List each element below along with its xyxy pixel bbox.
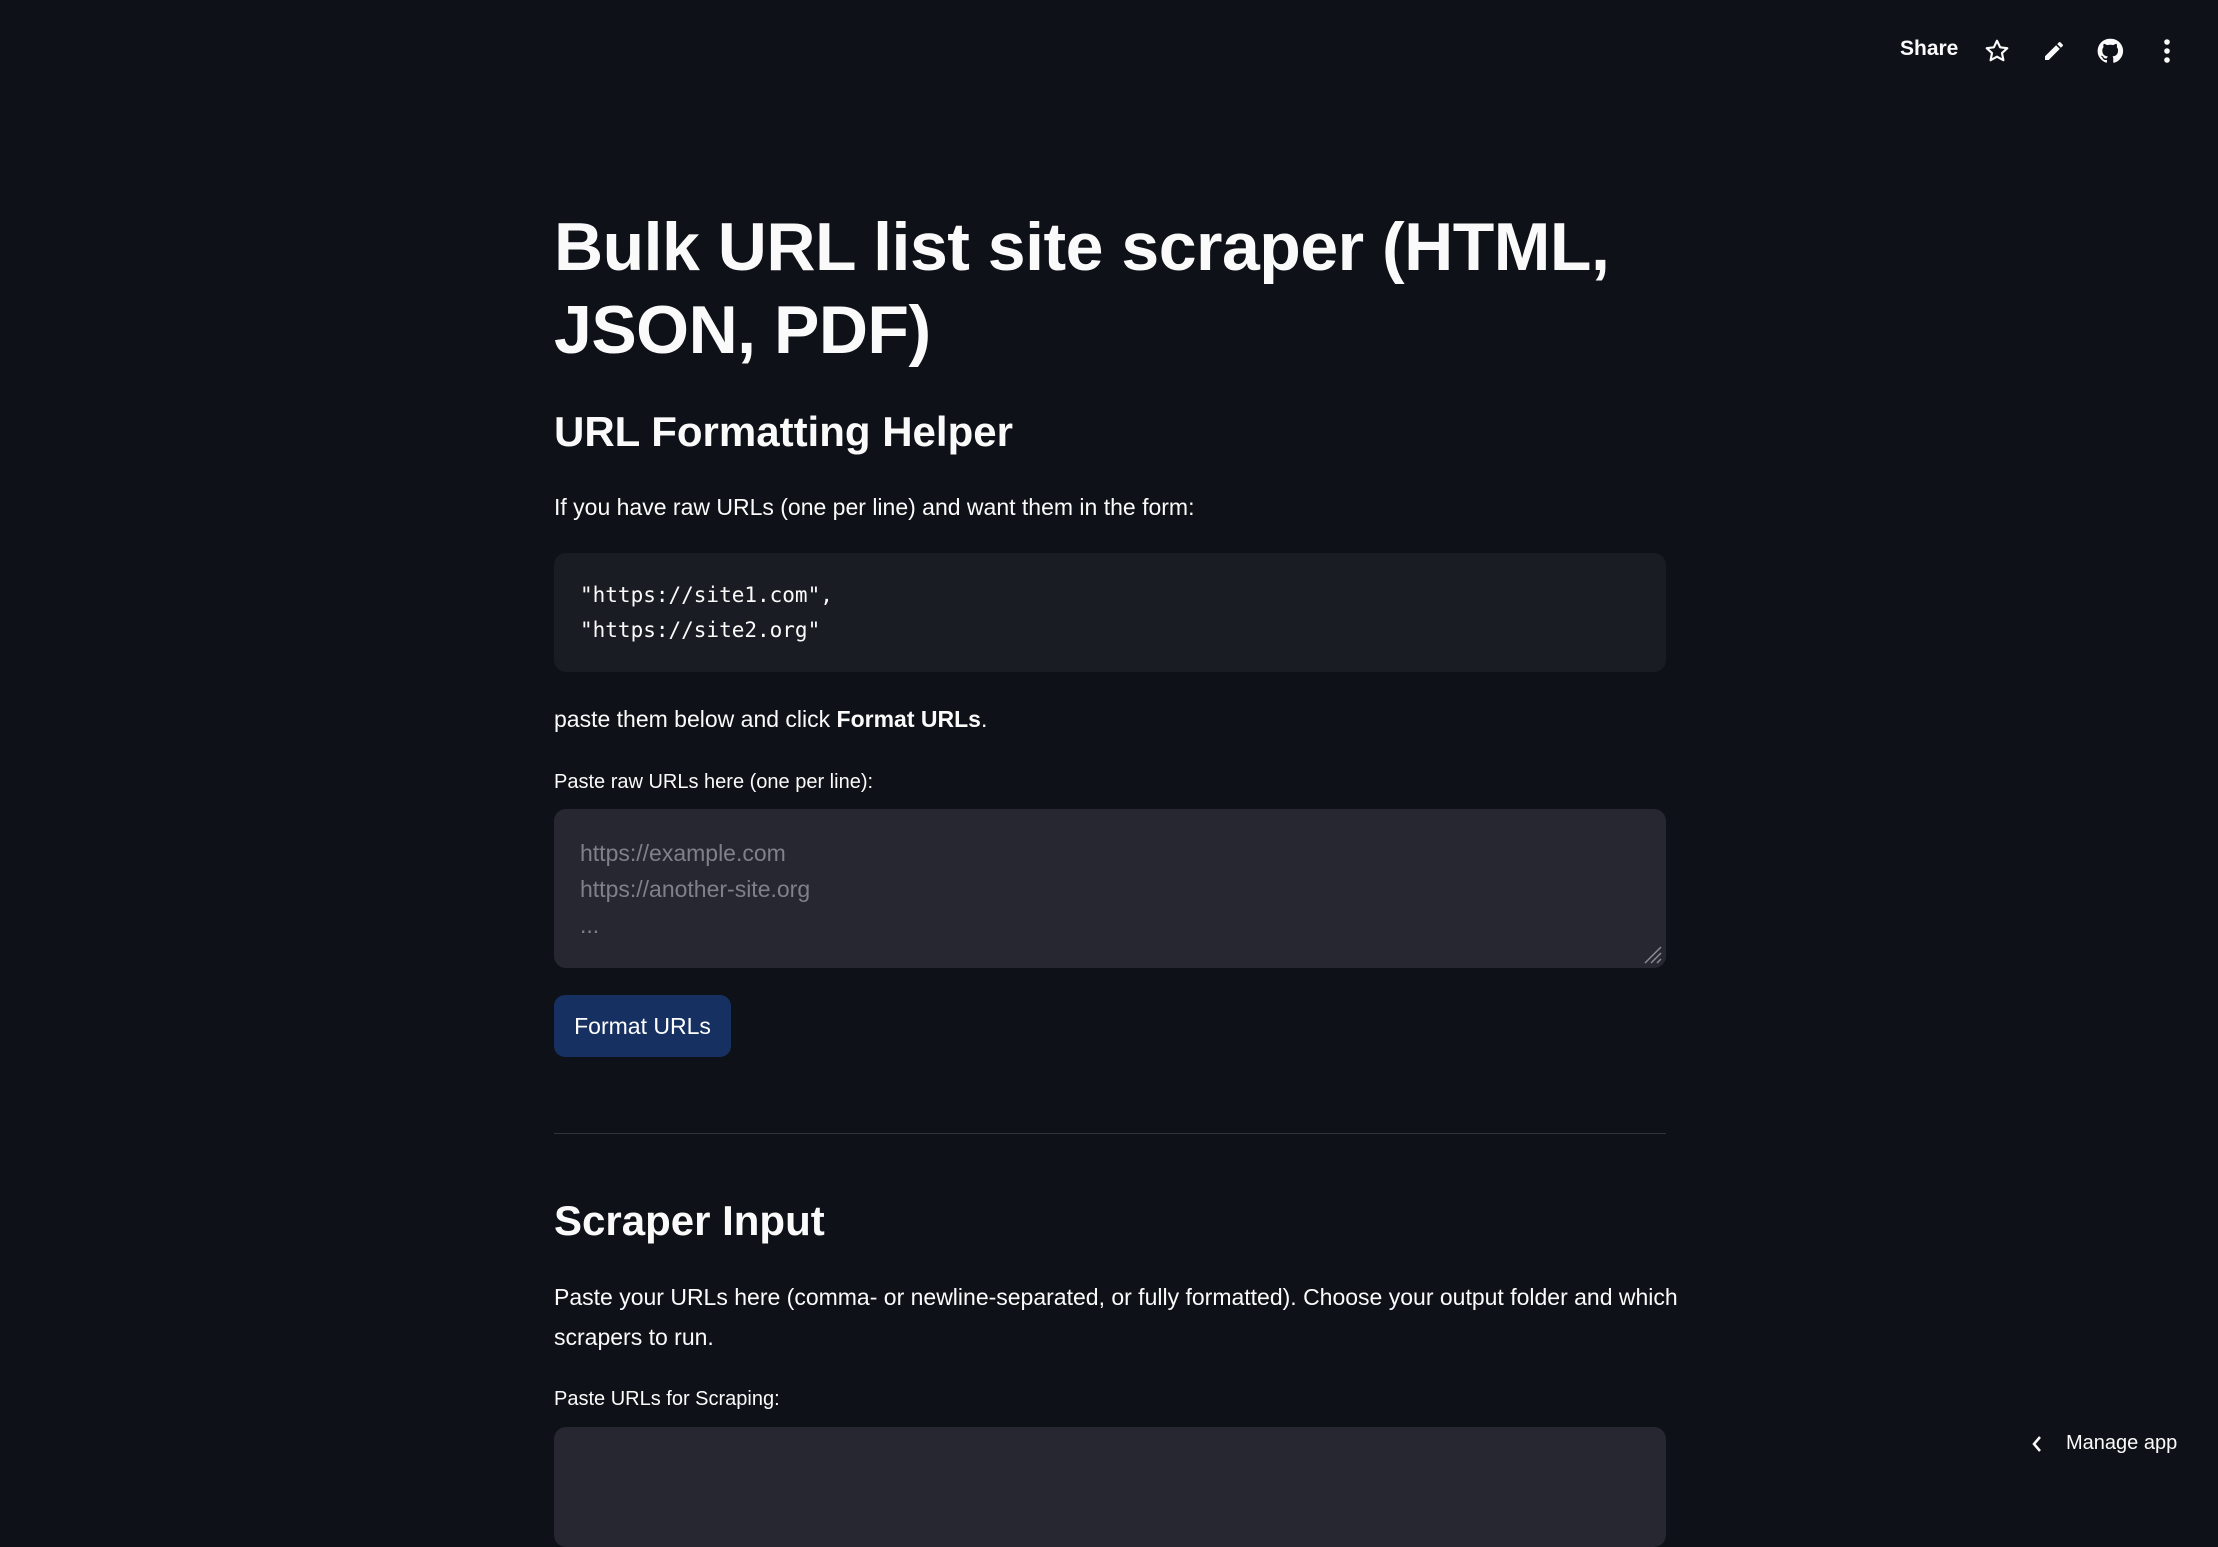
page-title: Bulk URL list site scraper (HTML, JSON, …: [554, 209, 1610, 368]
raw-urls-input[interactable]: [554, 809, 1666, 968]
scrape-urls-label: Paste URLs for Scraping:: [554, 1388, 780, 1410]
raw-urls-label: Paste raw URLs here (one per line):: [554, 771, 874, 793]
resize-handle-icon[interactable]: [1640, 942, 1662, 964]
code-example: "https://site1.com", "https://site2.org": [554, 553, 1666, 672]
scrape-urls-input[interactable]: [554, 1427, 1666, 1547]
helper-instruction: paste them below and click Format URLs.: [554, 700, 987, 739]
pencil-icon[interactable]: [2039, 36, 2069, 66]
helper-intro: If you have raw URLs (one per line) and …: [554, 494, 1195, 520]
share-button[interactable]: Share: [1900, 37, 1958, 61]
helper-heading: URL Formatting Helper: [554, 408, 1013, 455]
star-icon[interactable]: [1982, 36, 2012, 66]
instruction-text: paste them below and click: [554, 706, 837, 732]
format-urls-button[interactable]: Format URLs: [554, 995, 731, 1057]
chevron-left-icon: [2032, 1435, 2041, 1452]
github-icon[interactable]: [2095, 36, 2125, 66]
manage-app-button[interactable]: Manage app: [2030, 1432, 2177, 1455]
divider: [554, 1133, 1666, 1134]
more-vertical-icon[interactable]: [2152, 36, 2182, 66]
scraper-description: Paste your URLs here (comma- or newline-…: [554, 1284, 1678, 1350]
instruction-bold: Format URLs: [836, 706, 981, 732]
manage-app-label: Manage app: [2066, 1432, 2178, 1454]
scraper-heading: Scraper Input: [554, 1197, 825, 1244]
instruction-suffix: .: [980, 706, 988, 732]
